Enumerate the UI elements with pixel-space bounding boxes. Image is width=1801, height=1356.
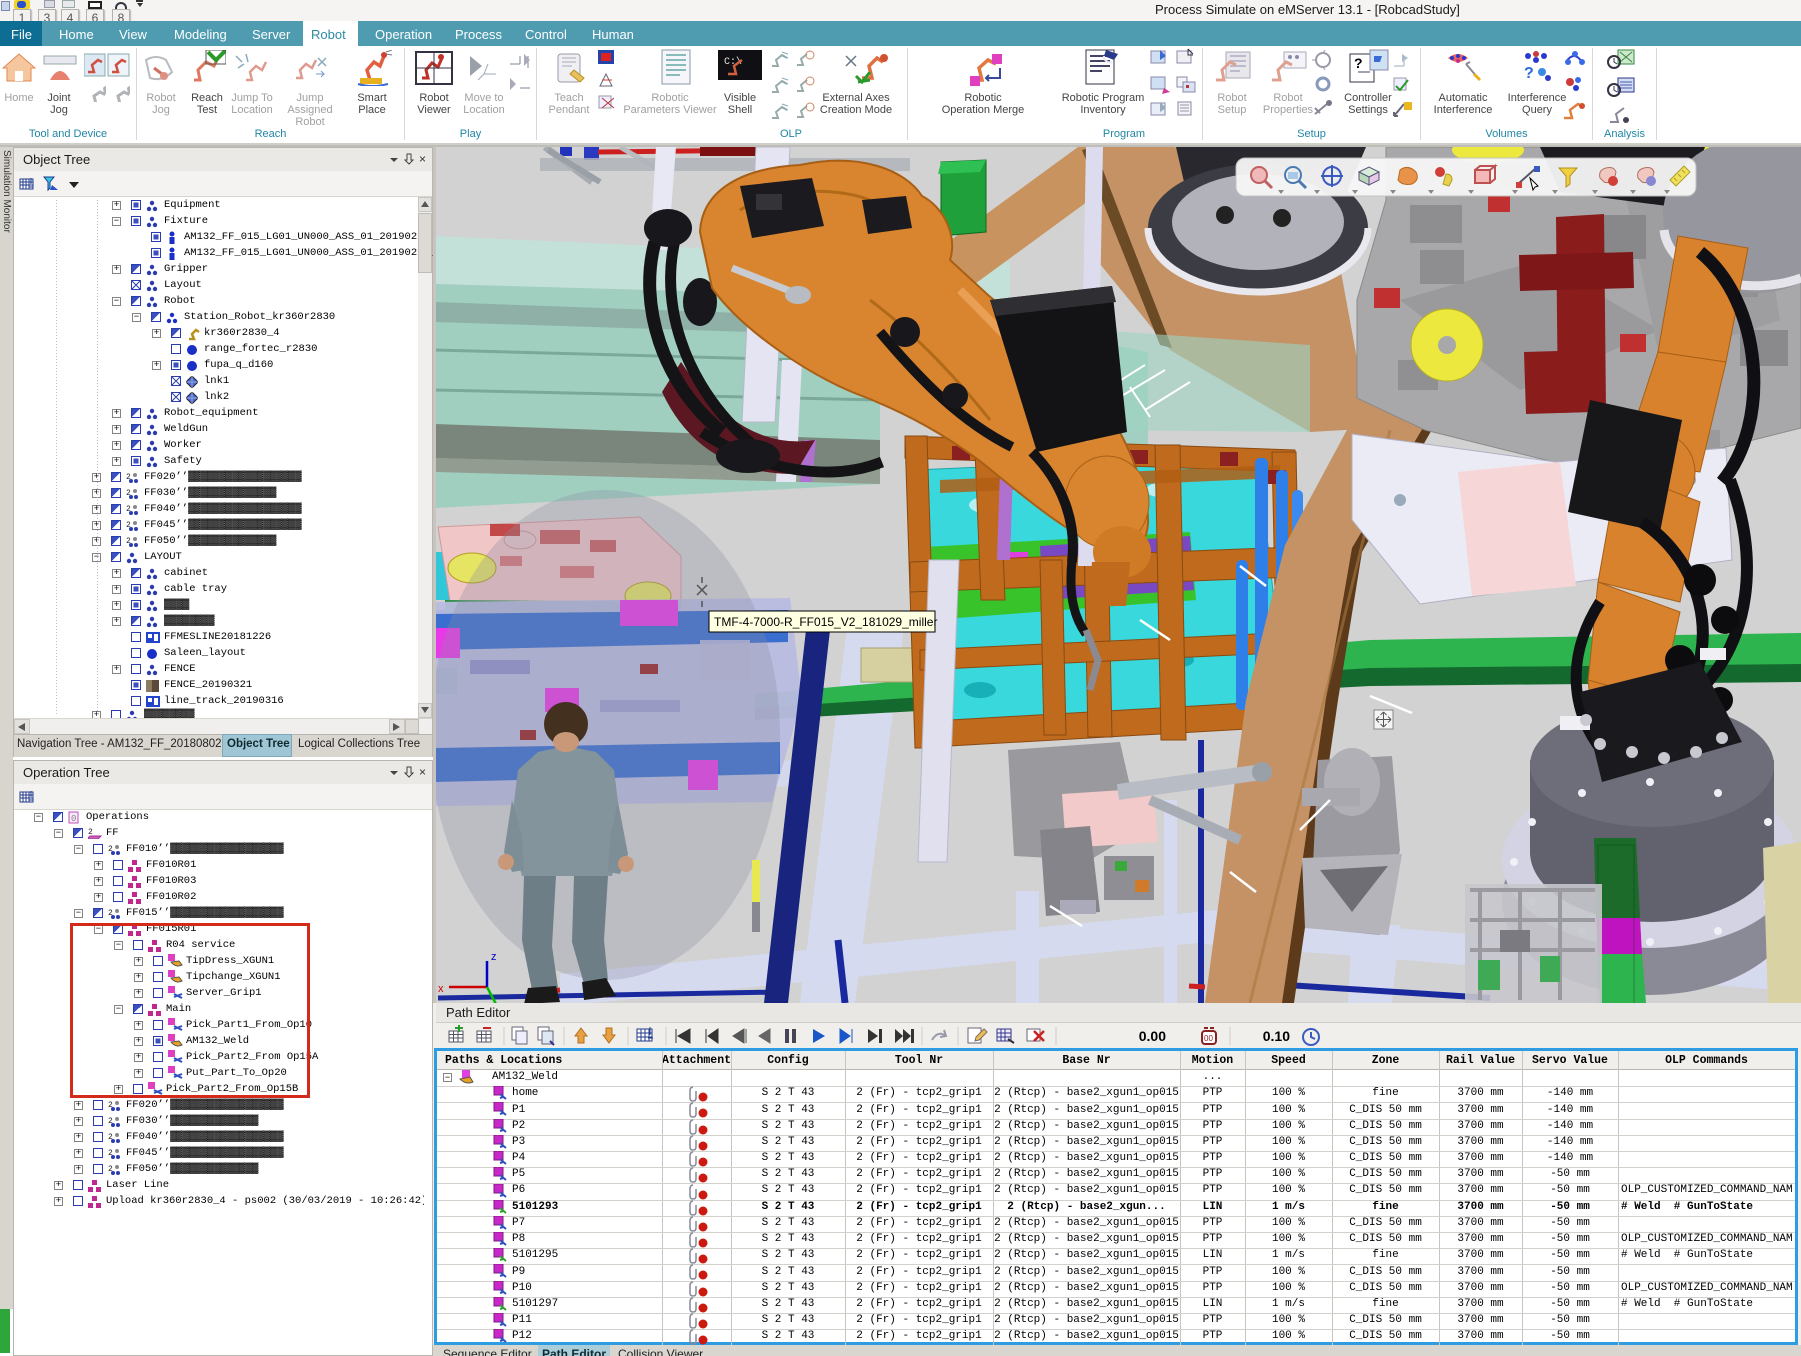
svg-text:0.00: 0.00: [1139, 1028, 1166, 1044]
svg-text:?: ?: [1524, 65, 1534, 82]
svg-text:z: z: [491, 951, 497, 963]
svg-text:TMF-4-7000-R_FF015_V2_181029_m: TMF-4-7000-R_FF015_V2_181029_miller: [714, 615, 937, 629]
svg-text:00: 00: [1204, 1034, 1213, 1043]
svg-text:?: ?: [1354, 55, 1363, 71]
svg-text:x: x: [438, 983, 444, 995]
svg-text:0: 0: [71, 814, 76, 824]
svg-text:0.10: 0.10: [1263, 1028, 1290, 1044]
